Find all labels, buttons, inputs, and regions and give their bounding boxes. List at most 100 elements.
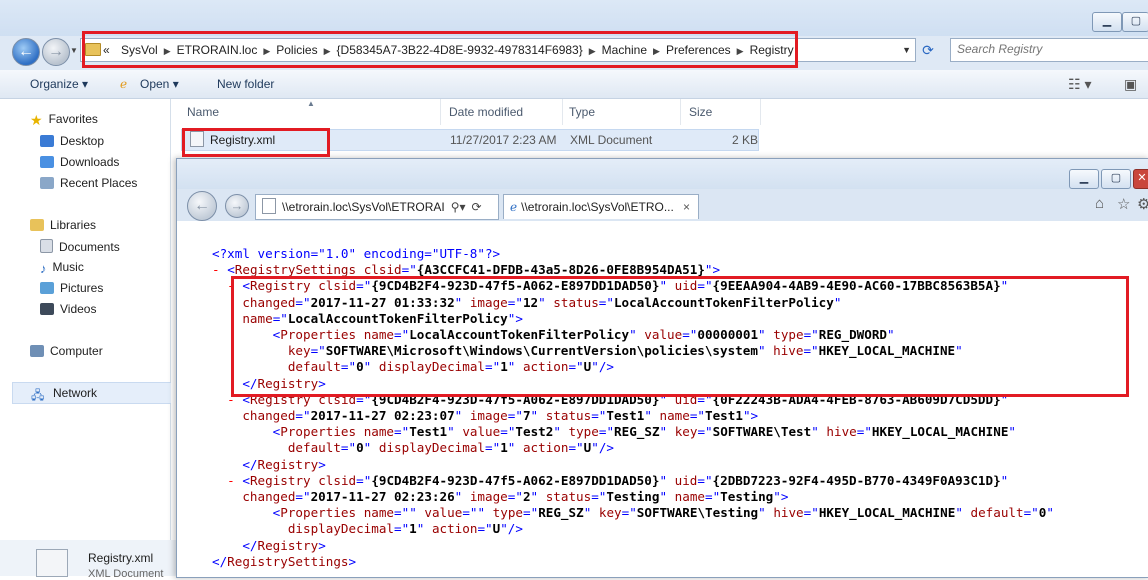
pictures-icon bbox=[40, 282, 54, 294]
minimize-icon: ▁ bbox=[1102, 15, 1112, 27]
breadcrumb-item-policies[interactable]: Policies bbox=[276, 43, 317, 57]
explorer-titlebar: ▁ ▢ bbox=[0, 0, 1148, 36]
network-icon: 🖧 bbox=[31, 388, 45, 402]
ie-close-button[interactable]: ✕ bbox=[1133, 169, 1148, 189]
home-icon[interactable]: ⌂ bbox=[1095, 195, 1104, 212]
documents-icon bbox=[40, 239, 53, 253]
nav-downloads[interactable]: Downloads bbox=[40, 155, 119, 169]
breadcrumb-item-policy-guid[interactable]: {D58345A7-3B22-4D8E-9932-4978314F6983} bbox=[337, 43, 583, 57]
computer-icon bbox=[30, 345, 44, 357]
entry-uid: {9EEAA904-4AB9-4E90-AC60-17BBC8563B5A} bbox=[712, 278, 1001, 294]
ie-tab-title: \\etrorain.loc\SysVol\ETRO... bbox=[521, 200, 674, 214]
chevron-right-icon[interactable]: ▶ bbox=[653, 46, 660, 56]
file-date: 11/27/2017 2:23 AM bbox=[450, 133, 557, 147]
ie-address-text: \\etrorain.loc\SysVol\ETRORAI bbox=[282, 200, 445, 214]
breadcrumb-item-machine[interactable]: Machine bbox=[602, 43, 647, 57]
ie-titlebar: ▁ ▢ ✕ bbox=[177, 159, 1148, 189]
xml-file-icon bbox=[190, 131, 204, 147]
minimize-button[interactable]: ▁ bbox=[1092, 12, 1122, 32]
nav-desktop[interactable]: Desktop bbox=[40, 134, 104, 148]
ie-maximize-button[interactable]: ▢ bbox=[1101, 169, 1131, 189]
music-icon: ♪ bbox=[40, 261, 47, 276]
organize-button[interactable]: Organize ▾ bbox=[30, 70, 88, 98]
collapse-toggle[interactable]: - bbox=[212, 262, 220, 277]
breadcrumb-overflow[interactable]: « bbox=[103, 43, 110, 57]
details-pane: Registry.xml XML Document bbox=[0, 540, 176, 580]
refresh-button[interactable]: ⟳ bbox=[916, 38, 940, 62]
downloads-icon bbox=[40, 156, 54, 168]
nav-recent-places[interactable]: Recent Places bbox=[40, 176, 137, 190]
recent-pages-chevron-icon[interactable]: ▼ bbox=[70, 46, 78, 55]
refresh-icon: ⟳ bbox=[922, 42, 934, 58]
details-file-type: XML Document bbox=[88, 568, 164, 580]
new-folder-button[interactable]: New folder bbox=[217, 70, 274, 98]
sort-ascending-icon: ▲ bbox=[307, 99, 315, 108]
nav-documents[interactable]: Documents bbox=[40, 239, 120, 254]
preview-pane-icon[interactable]: ▣ bbox=[1124, 70, 1137, 98]
internet-explorer-icon: ℯ bbox=[510, 200, 518, 214]
maximize-icon: ▢ bbox=[1130, 15, 1142, 27]
chevron-right-icon[interactable]: ▶ bbox=[263, 46, 270, 56]
search-icon[interactable]: ⚲▾ bbox=[451, 200, 466, 214]
column-header-size[interactable]: Size bbox=[681, 99, 761, 125]
arrow-left-icon: ← bbox=[194, 197, 210, 214]
collapse-toggle[interactable]: - bbox=[227, 392, 235, 407]
breadcrumb-item-sysvol[interactable]: SysVol bbox=[121, 43, 158, 57]
file-row[interactable]: Registry.xml 11/27/2017 2:23 AM XML Docu… bbox=[181, 129, 759, 151]
ie-minimize-button[interactable]: ▁ bbox=[1069, 169, 1099, 189]
breadcrumb-item-registry[interactable]: Registry bbox=[750, 43, 794, 57]
column-header-date[interactable]: Date modified bbox=[441, 99, 563, 125]
breadcrumb-item-domain[interactable]: ETRORAIN.loc bbox=[177, 43, 258, 57]
minimize-icon: ▁ bbox=[1079, 172, 1089, 184]
file-name: Registry.xml bbox=[210, 133, 276, 147]
nav-videos[interactable]: Videos bbox=[40, 302, 96, 316]
back-button[interactable]: ← bbox=[12, 38, 40, 66]
arrow-left-icon: ← bbox=[18, 43, 34, 60]
column-header-type[interactable]: Type bbox=[561, 99, 681, 125]
recent-places-icon bbox=[40, 177, 54, 189]
nav-favorites[interactable]: ★ Favorites bbox=[30, 112, 98, 128]
nav-computer[interactable]: Computer bbox=[30, 344, 103, 358]
folder-icon bbox=[85, 43, 101, 56]
xml-file-icon bbox=[36, 549, 68, 577]
internet-explorer-icon: ℯ bbox=[120, 77, 128, 91]
nav-libraries[interactable]: Libraries bbox=[30, 218, 96, 232]
maximize-icon: ▢ bbox=[1110, 172, 1122, 184]
open-button[interactable]: Open ▾ bbox=[140, 70, 179, 98]
breadcrumb-item-preferences[interactable]: Preferences bbox=[666, 43, 731, 57]
nav-pictures[interactable]: Pictures bbox=[40, 281, 103, 295]
internet-explorer-window: ▁ ▢ ✕ ← → \\etrorain.loc\SysVol\ETRORAI ⚲… bbox=[176, 158, 1148, 578]
desktop-icon bbox=[40, 135, 54, 147]
forward-button[interactable]: → bbox=[42, 38, 70, 66]
nav-music[interactable]: ♪ Music bbox=[40, 260, 84, 276]
maximize-button[interactable]: ▢ bbox=[1122, 12, 1148, 32]
arrow-right-icon: → bbox=[48, 43, 64, 60]
tools-gear-icon[interactable]: ⚙ bbox=[1137, 195, 1148, 213]
videos-icon bbox=[40, 303, 54, 315]
nav-network[interactable]: 🖧 Network bbox=[12, 382, 172, 404]
root-clsid: {A3CCFC41-DFDB-43a5-8D26-0FE8B954DA51} bbox=[416, 262, 705, 278]
ie-forward-button[interactable]: → bbox=[225, 194, 249, 218]
address-bar[interactable]: « SysVol ▶ ETRORAIN.loc ▶ Policies ▶ {D58345A7… bbox=[80, 38, 916, 62]
star-icon: ★ bbox=[30, 112, 43, 128]
chevron-right-icon[interactable]: ▶ bbox=[737, 46, 744, 56]
address-dropdown-icon[interactable]: ▼ bbox=[902, 39, 911, 61]
chevron-right-icon[interactable]: ▶ bbox=[589, 46, 596, 56]
command-bar: Organize ▾ ℯ Open ▾ New folder ☷ ▾ ▣ bbox=[0, 70, 1148, 99]
favorites-star-icon[interactable]: ☆ bbox=[1117, 195, 1130, 213]
view-options-icon[interactable]: ☷ ▾ bbox=[1068, 70, 1091, 98]
chevron-right-icon[interactable]: ▶ bbox=[164, 46, 171, 56]
libraries-icon bbox=[30, 219, 44, 231]
tab-close-icon[interactable]: × bbox=[683, 195, 690, 219]
ie-address-bar[interactable]: \\etrorain.loc\SysVol\ETRORAI ⚲▾ ⟳ bbox=[255, 194, 499, 220]
ie-tab[interactable]: ℯ \\etrorain.loc\SysVol\ETRO... × bbox=[503, 194, 699, 219]
xml-declaration: <?xml version="1.0" encoding="UTF-8"?> bbox=[212, 246, 501, 261]
close-icon: ✕ bbox=[1137, 172, 1147, 184]
chevron-right-icon[interactable]: ▶ bbox=[324, 46, 331, 56]
collapse-toggle[interactable]: - bbox=[227, 278, 235, 293]
refresh-icon[interactable]: ⟳ bbox=[472, 200, 482, 214]
collapse-toggle[interactable]: - bbox=[227, 473, 235, 488]
search-input[interactable] bbox=[951, 39, 1127, 59]
xml-document-view: <?xml version="1.0" encoding="UTF-8"?> -… bbox=[177, 221, 1148, 577]
ie-back-button[interactable]: ← bbox=[187, 191, 217, 221]
